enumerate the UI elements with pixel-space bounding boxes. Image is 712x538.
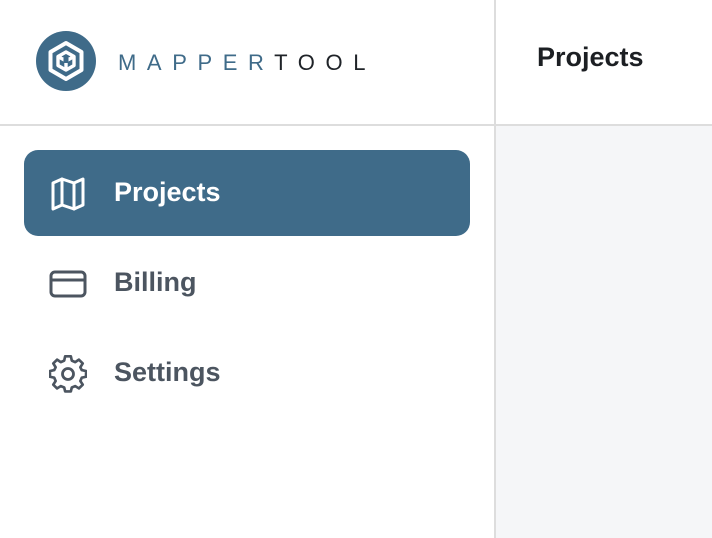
brand-name: MAPPERTOOL <box>118 50 376 76</box>
credit-card-icon <box>49 265 87 303</box>
sidebar-item-projects[interactable]: Projects <box>24 150 470 236</box>
sidebar-nav: Projects Billing Settings <box>24 150 470 420</box>
sidebar-item-label: Billing <box>114 267 197 297</box>
cube-hexagon-logo-icon[interactable] <box>36 31 96 91</box>
sidebar-item-billing[interactable]: Billing <box>24 240 470 326</box>
app-window: MAPPERTOOL Projects Billing Settings Pro… <box>0 0 712 538</box>
brand-name-part-b: TOOL <box>274 50 377 75</box>
main-header: Projects <box>496 0 712 126</box>
map-icon <box>49 175 87 213</box>
gear-icon <box>49 355 87 393</box>
sidebar-item-label: Settings <box>114 357 221 387</box>
page-title: Projects <box>537 42 644 72</box>
brand-name-part-a: MAPPER <box>118 50 275 75</box>
sidebar: MAPPERTOOL Projects Billing Settings <box>0 0 496 538</box>
brand-header: MAPPERTOOL <box>0 0 494 126</box>
main-content <box>496 126 712 538</box>
sidebar-item-settings[interactable]: Settings <box>24 330 470 416</box>
sidebar-item-label: Projects <box>114 177 221 207</box>
